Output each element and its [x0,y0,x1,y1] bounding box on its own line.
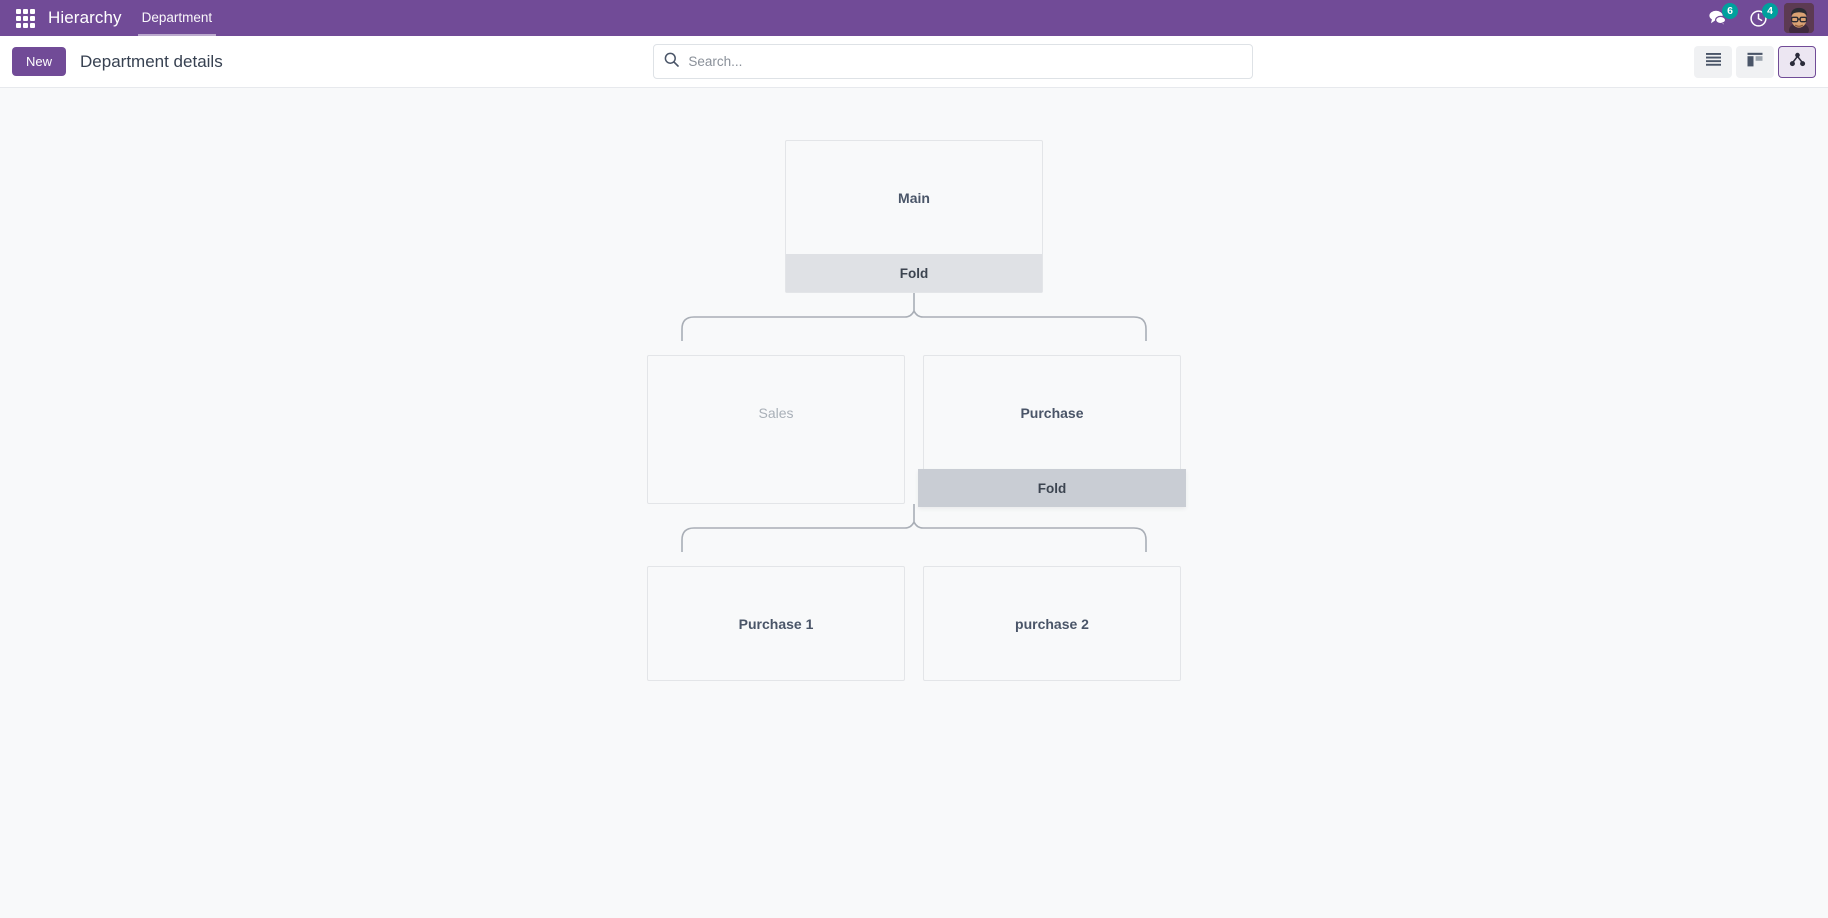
connector-lines [681,293,1147,341]
messages-button[interactable]: 6 [1704,3,1738,32]
connector-lines [681,504,1147,552]
hierarchy-card-sales[interactable]: Sales [647,355,905,504]
avatar[interactable] [1784,3,1814,33]
fold-button[interactable]: Fold [786,254,1042,292]
control-panel: New Department details [0,36,1828,88]
view-switcher [1694,45,1816,78]
card-title: Sales [758,404,794,421]
hierarchy-connector-1 [0,293,1828,355]
search-icon [664,52,680,72]
search-box[interactable] [653,44,1254,79]
hierarchy-connector-2 [0,504,1828,566]
search-area [223,44,1684,79]
card-title: Purchase 1 [738,615,814,632]
apps-grid-icon [15,8,35,28]
hierarchy-row-3: Purchase 1 purchase 2 [0,566,1828,681]
nav-menu-department[interactable]: Department [130,1,225,36]
hierarchy-card-main[interactable]: Main Fold [785,140,1043,293]
messages-count-badge: 6 [1722,3,1738,19]
hierarchy-row-2: Sales Purchase Fold [0,355,1828,507]
card-title: Purchase [1020,404,1084,421]
activities-button[interactable]: 4 [1744,3,1778,32]
card-title: Main [898,189,930,206]
view-switcher-list-button[interactable] [1694,45,1732,78]
navbar-right-group: 6 4 [1704,3,1818,33]
view-switcher-kanban-button[interactable] [1736,45,1774,78]
hierarchy-tree: Main Fold Sales Purchase Fold Purchase 1… [0,88,1828,681]
apps-menu-button[interactable] [8,1,42,35]
new-button[interactable]: New [12,47,67,76]
kanban-view-icon [1747,52,1763,72]
search-input[interactable] [688,54,1243,69]
hierarchy-card-purchase-1[interactable]: Purchase 1 [647,566,905,681]
brand-name[interactable]: Hierarchy [42,8,130,28]
hierarchy-card-purchase[interactable]: Purchase Fold [918,355,1186,507]
view-switcher-hierarchy-button[interactable] [1778,45,1816,78]
card-title: purchase 2 [1015,615,1089,632]
hierarchy-view-icon [1789,52,1806,72]
page-title: Department details [80,51,223,71]
activities-count-badge: 4 [1762,3,1778,19]
top-navbar: Hierarchy Department 6 4 [0,0,1828,36]
hierarchy-card-purchase-2[interactable]: purchase 2 [923,566,1181,681]
hierarchy-canvas: Main Fold Sales Purchase Fold Purchase 1… [0,88,1828,917]
list-view-icon [1705,52,1722,71]
fold-button[interactable]: Fold [918,469,1186,507]
hierarchy-row-1: Main Fold [0,140,1828,293]
